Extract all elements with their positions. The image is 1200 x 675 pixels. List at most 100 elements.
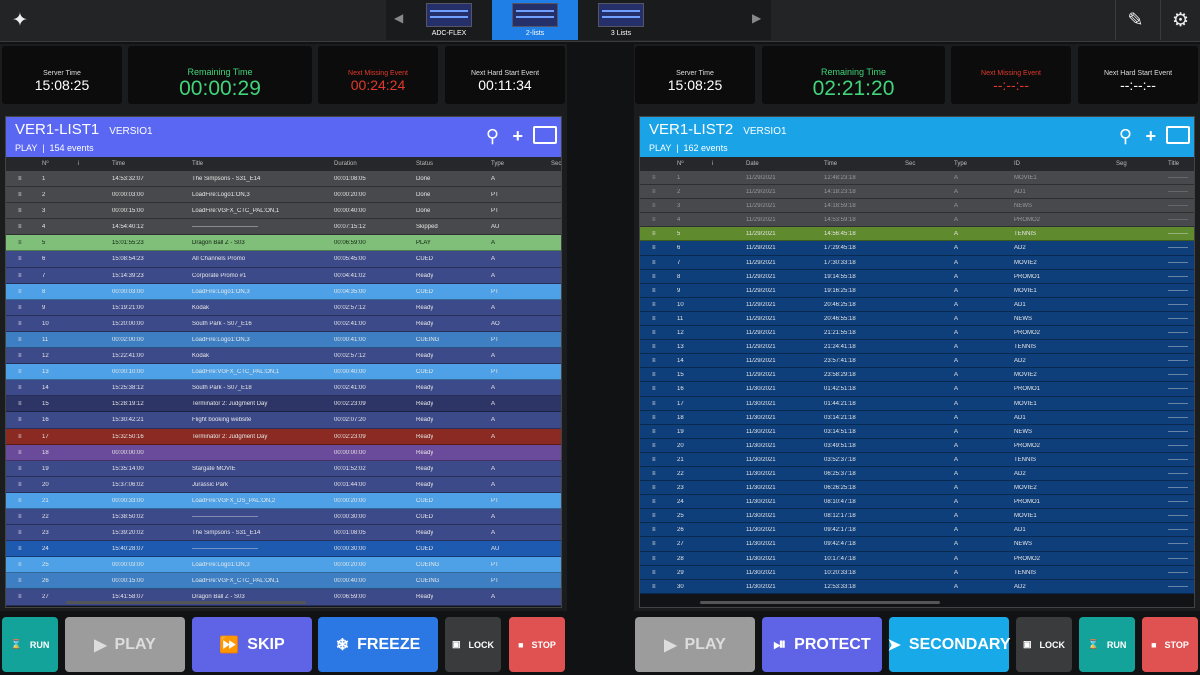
table-row[interactable]: ≡ 6 11/29/2021 17:29:45:18 A AD2 ---------- bbox=[640, 241, 1194, 256]
drag-handle-icon[interactable]: ≡ bbox=[652, 457, 656, 463]
drag-handle-icon[interactable]: ≡ bbox=[652, 302, 656, 308]
drag-handle-icon[interactable]: ≡ bbox=[652, 372, 656, 378]
drag-handle-icon[interactable]: ≡ bbox=[18, 417, 22, 423]
drag-handle-icon[interactable]: ≡ bbox=[18, 530, 22, 536]
drag-handle-icon[interactable]: ≡ bbox=[18, 482, 22, 488]
drag-handle-icon[interactable]: ≡ bbox=[652, 358, 656, 364]
table-row[interactable]: ≡ 19 15:35:14:00 Stargate MOVIE 00:01:52:02 R… bbox=[6, 460, 561, 477]
table-row[interactable]: ≡ 19 11/30/2021 03:14:51:18 A NEWS ---------- bbox=[640, 424, 1194, 439]
drag-handle-icon[interactable]: ≡ bbox=[18, 594, 22, 600]
drag-handle-icon[interactable]: ≡ bbox=[652, 274, 656, 280]
table-row[interactable]: ≡ 26 00:00:15:00 LoadFire:VGFX_CTC_PAL:ON,1… bbox=[6, 573, 561, 590]
table-row[interactable]: ≡ 21 00:00:33:00 LoadFire:VGFX_DS_PAL:ON,2 0… bbox=[6, 492, 561, 509]
table-row[interactable]: ≡ 7 11/29/2021 17:30:33:18 A MOVIE2 ---------- bbox=[640, 255, 1194, 270]
drag-handle-icon[interactable]: ≡ bbox=[652, 527, 656, 533]
table-row[interactable]: ≡ 17 11/30/2021 01:44:21:18 A MOVIE1 ---------… bbox=[640, 396, 1194, 411]
drag-handle-icon[interactable]: ≡ bbox=[18, 337, 22, 343]
drag-handle-icon[interactable]: ≡ bbox=[652, 570, 656, 576]
column-header[interactable]: i bbox=[78, 161, 79, 167]
column-header[interactable]: Duration bbox=[334, 161, 357, 167]
juggler-icon[interactable]: ✦ bbox=[0, 0, 40, 40]
table-row[interactable]: ≡ 18 00:00:00:00 00:00:00:00 Ready bbox=[6, 444, 561, 461]
table-row[interactable]: ≡ 24 11/30/2021 08:10:47:18 A PROMO1 ---------… bbox=[640, 495, 1194, 510]
drag-handle-icon[interactable]: ≡ bbox=[18, 450, 22, 456]
add-icon[interactable]: + bbox=[512, 126, 523, 147]
column-header[interactable]: Time bbox=[112, 161, 125, 167]
run-button[interactable]: ⌛ RUN bbox=[1079, 617, 1135, 672]
drag-handle-icon[interactable]: ≡ bbox=[652, 443, 656, 449]
drag-handle-icon[interactable]: ≡ bbox=[652, 245, 656, 251]
table-row[interactable]: ≡ 1 11/29/2021 12:48:23:18 A MOVIE1 ---------- bbox=[640, 171, 1194, 186]
waveform-icon[interactable] bbox=[533, 126, 557, 144]
secondary-button[interactable]: ➤ SECONDARY bbox=[887, 617, 1011, 672]
tab-adc-flex[interactable]: ADC-FLEX bbox=[406, 0, 492, 40]
drag-handle-icon[interactable]: ≡ bbox=[18, 401, 22, 407]
table-row[interactable]: ≡ 9 15:19:21:00 Kodak 00:02:57:12 Ready A bbox=[6, 299, 561, 316]
table-row[interactable]: ≡ 29 11/30/2021 10:20:33:18 A TENNIS ---------… bbox=[640, 565, 1194, 580]
drag-handle-icon[interactable]: ≡ bbox=[18, 514, 22, 520]
table-row[interactable]: ≡ 30 11/30/2021 12:53:33:18 A AD2 ---------- bbox=[640, 579, 1194, 594]
tab-3-lists[interactable]: 3 Lists bbox=[578, 0, 664, 40]
drag-handle-icon[interactable]: ≡ bbox=[18, 385, 22, 391]
column-header[interactable]: i bbox=[712, 161, 713, 167]
drag-handle-icon[interactable]: ≡ bbox=[18, 369, 22, 375]
drag-handle-icon[interactable]: ≡ bbox=[652, 175, 656, 181]
table-row[interactable]: ≡ 10 11/29/2021 20:46:25:18 A AD1 ---------- bbox=[640, 297, 1194, 312]
drag-handle-icon[interactable]: ≡ bbox=[18, 289, 22, 295]
table-row[interactable]: ≡ 9 11/29/2021 19:16:25:18 A MOVIE1 ---------- bbox=[640, 283, 1194, 298]
table-row[interactable]: ≡ 12 11/29/2021 21:21:55:18 A PROMO2 ---------… bbox=[640, 326, 1194, 341]
drag-handle-icon[interactable]: ≡ bbox=[652, 231, 656, 237]
table-row[interactable]: ≡ 15 11/29/2021 23:58:29:18 A MOVIE2 ---------… bbox=[640, 368, 1194, 383]
table-row[interactable]: ≡ 18 11/30/2021 03:14:21:18 A AD1 ---------- bbox=[640, 410, 1194, 425]
drag-handle-icon[interactable]: ≡ bbox=[18, 176, 22, 182]
drag-handle-icon[interactable]: ≡ bbox=[18, 434, 22, 440]
drag-handle-icon[interactable]: ≡ bbox=[18, 546, 22, 552]
column-header[interactable]: Sec bbox=[905, 161, 915, 167]
table-row[interactable]: ≡ 23 15:39:20:02 The Simpsons - S31_E14 00:0… bbox=[6, 525, 561, 542]
freeze-button[interactable]: ❄ FREEZE bbox=[318, 617, 438, 672]
drag-handle-icon[interactable]: ≡ bbox=[18, 321, 22, 327]
table-row[interactable]: ≡ 2 00:00:03:00 LoadFire:Logo1:ON,3 00:00:20… bbox=[6, 187, 561, 204]
drag-handle-icon[interactable]: ≡ bbox=[652, 344, 656, 350]
table-row[interactable]: ≡ 5 11/29/2021 14:56:45:18 A TENNIS ---------- bbox=[640, 227, 1194, 242]
table-row[interactable]: ≡ 4 11/29/2021 14:53:59:18 A PROMO2 ---------- bbox=[640, 213, 1194, 228]
drag-handle-icon[interactable]: ≡ bbox=[652, 330, 656, 336]
table-row[interactable]: ≡ 3 00:00:15:00 LoadFire:VGFX_CTC_PAL:ON,1 0… bbox=[6, 203, 561, 220]
drag-handle-icon[interactable]: ≡ bbox=[18, 240, 22, 246]
skip-button[interactable]: ⏩ SKIP bbox=[192, 617, 312, 672]
table-row[interactable]: ≡ 3 11/29/2021 14:18:59:18 A NEWS ---------- bbox=[640, 199, 1194, 214]
drag-handle-icon[interactable]: ≡ bbox=[652, 429, 656, 435]
drag-handle-icon[interactable]: ≡ bbox=[18, 256, 22, 262]
drag-handle-icon[interactable]: ≡ bbox=[18, 305, 22, 311]
table-row[interactable]: ≡ 5 15:01:55:23 Dragon Ball Z - S03 00:06:59… bbox=[6, 235, 561, 252]
chevron-right-icon[interactable]: ▶ bbox=[752, 11, 761, 25]
table-row[interactable]: ≡ 14 15:25:38:12 South Park - S07_E18 00:02:… bbox=[6, 380, 561, 397]
drag-handle-icon[interactable]: ≡ bbox=[652, 401, 656, 407]
drag-handle-icon[interactable]: ≡ bbox=[652, 415, 656, 421]
drag-handle-icon[interactable]: ≡ bbox=[652, 584, 656, 590]
column-header[interactable]: Type bbox=[954, 161, 967, 167]
table-row[interactable]: ≡ 21 11/30/2021 03:52:37:18 A TENNIS ---------… bbox=[640, 452, 1194, 467]
drag-handle-icon[interactable]: ≡ bbox=[652, 316, 656, 322]
table-row[interactable]: ≡ 1 14:53:32:07 The Simpsons - S31_E14 00:01… bbox=[6, 171, 561, 188]
column-header[interactable]: Nº bbox=[42, 161, 49, 167]
tab-2-lists[interactable]: 2-lists bbox=[492, 0, 578, 40]
play-button[interactable]: ▶ PLAY bbox=[65, 617, 185, 672]
chevron-left-icon[interactable]: ◀ bbox=[394, 11, 403, 25]
run-button[interactable]: ⌛ RUN bbox=[2, 617, 58, 672]
drag-handle-icon[interactable]: ≡ bbox=[18, 224, 22, 230]
drag-handle-icon[interactable]: ≡ bbox=[652, 499, 656, 505]
lock-button[interactable]: ▣ LOCK bbox=[445, 617, 501, 672]
column-header[interactable]: Status bbox=[416, 161, 433, 167]
drag-handle-icon[interactable]: ≡ bbox=[18, 466, 22, 472]
drag-handle-icon[interactable]: ≡ bbox=[652, 203, 656, 209]
drag-handle-icon[interactable]: ≡ bbox=[652, 485, 656, 491]
column-header[interactable]: Nº bbox=[677, 161, 684, 167]
table-row[interactable]: ≡ 27 11/30/2021 09:42:47:18 A NEWS ---------- bbox=[640, 537, 1194, 552]
table-row[interactable]: ≡ 15 15:28:19:12 Terminator 2: Judgment Day… bbox=[6, 396, 561, 413]
drag-handle-icon[interactable]: ≡ bbox=[18, 498, 22, 504]
horizontal-scrollbar[interactable] bbox=[700, 601, 940, 604]
table-row[interactable]: ≡ 16 11/30/2021 01:42:51:18 A PROMO1 ---------… bbox=[640, 382, 1194, 397]
drag-handle-icon[interactable]: ≡ bbox=[652, 217, 656, 223]
drag-handle-icon[interactable]: ≡ bbox=[18, 208, 22, 214]
